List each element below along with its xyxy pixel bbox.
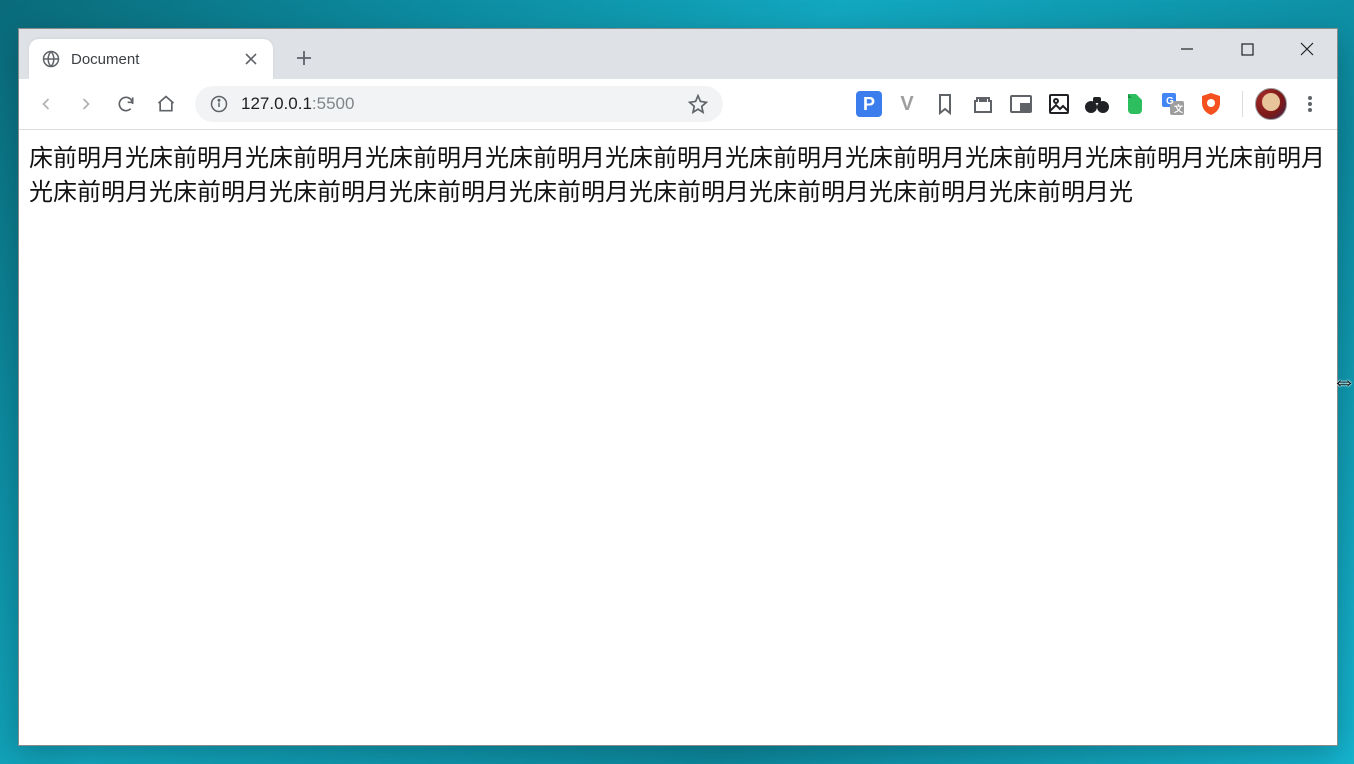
reload-button[interactable] bbox=[109, 87, 143, 121]
extension-pip-icon[interactable] bbox=[1008, 91, 1034, 117]
browser-tab[interactable]: Document bbox=[29, 39, 273, 79]
extension-translate-icon[interactable]: G文 bbox=[1160, 91, 1186, 117]
extension-shield-icon[interactable] bbox=[1198, 91, 1224, 117]
minimize-button[interactable] bbox=[1157, 29, 1217, 69]
extension-vue-devtools[interactable]: V bbox=[894, 91, 920, 117]
address-bar[interactable]: 127.0.0.1:5500 bbox=[195, 86, 723, 122]
profile-avatar[interactable] bbox=[1255, 88, 1287, 120]
page-content: 床前明月光床前明月光床前明月光床前明月光床前明月光床前明月光床前明月光床前明月光… bbox=[19, 130, 1337, 745]
new-tab-button[interactable] bbox=[287, 41, 321, 75]
close-window-button[interactable] bbox=[1277, 29, 1337, 69]
back-button[interactable] bbox=[29, 87, 63, 121]
site-info-icon[interactable] bbox=[209, 94, 229, 114]
bookmark-star-icon[interactable] bbox=[687, 93, 709, 115]
browser-window: Document bbox=[18, 28, 1338, 746]
extension-bookmark-icon[interactable] bbox=[932, 91, 958, 117]
extension-image-icon[interactable] bbox=[1046, 91, 1072, 117]
url-host: 127.0.0.1 bbox=[241, 94, 312, 114]
window-controls bbox=[1157, 29, 1337, 69]
svg-text:G: G bbox=[1166, 96, 1174, 107]
extension-evernote-icon[interactable] bbox=[1122, 91, 1148, 117]
url-port: :5500 bbox=[312, 94, 355, 114]
extension-row: P V G文 bbox=[856, 91, 1224, 117]
extension-postman[interactable]: P bbox=[856, 91, 882, 117]
home-button[interactable] bbox=[149, 87, 183, 121]
tab-strip: Document bbox=[19, 29, 1337, 79]
maximize-button[interactable] bbox=[1217, 29, 1277, 69]
svg-text:文: 文 bbox=[1173, 103, 1184, 114]
extension-castle-icon[interactable] bbox=[970, 91, 996, 117]
toolbar: 127.0.0.1:5500 P V bbox=[19, 79, 1337, 130]
extension-binoculars-icon[interactable] bbox=[1084, 91, 1110, 117]
forward-button[interactable] bbox=[69, 87, 103, 121]
tab-title: Document bbox=[71, 51, 241, 68]
toolbar-divider bbox=[1242, 91, 1243, 117]
chrome-menu-button[interactable] bbox=[1293, 87, 1327, 121]
globe-icon bbox=[41, 49, 61, 69]
tab-close-button[interactable] bbox=[241, 49, 261, 69]
